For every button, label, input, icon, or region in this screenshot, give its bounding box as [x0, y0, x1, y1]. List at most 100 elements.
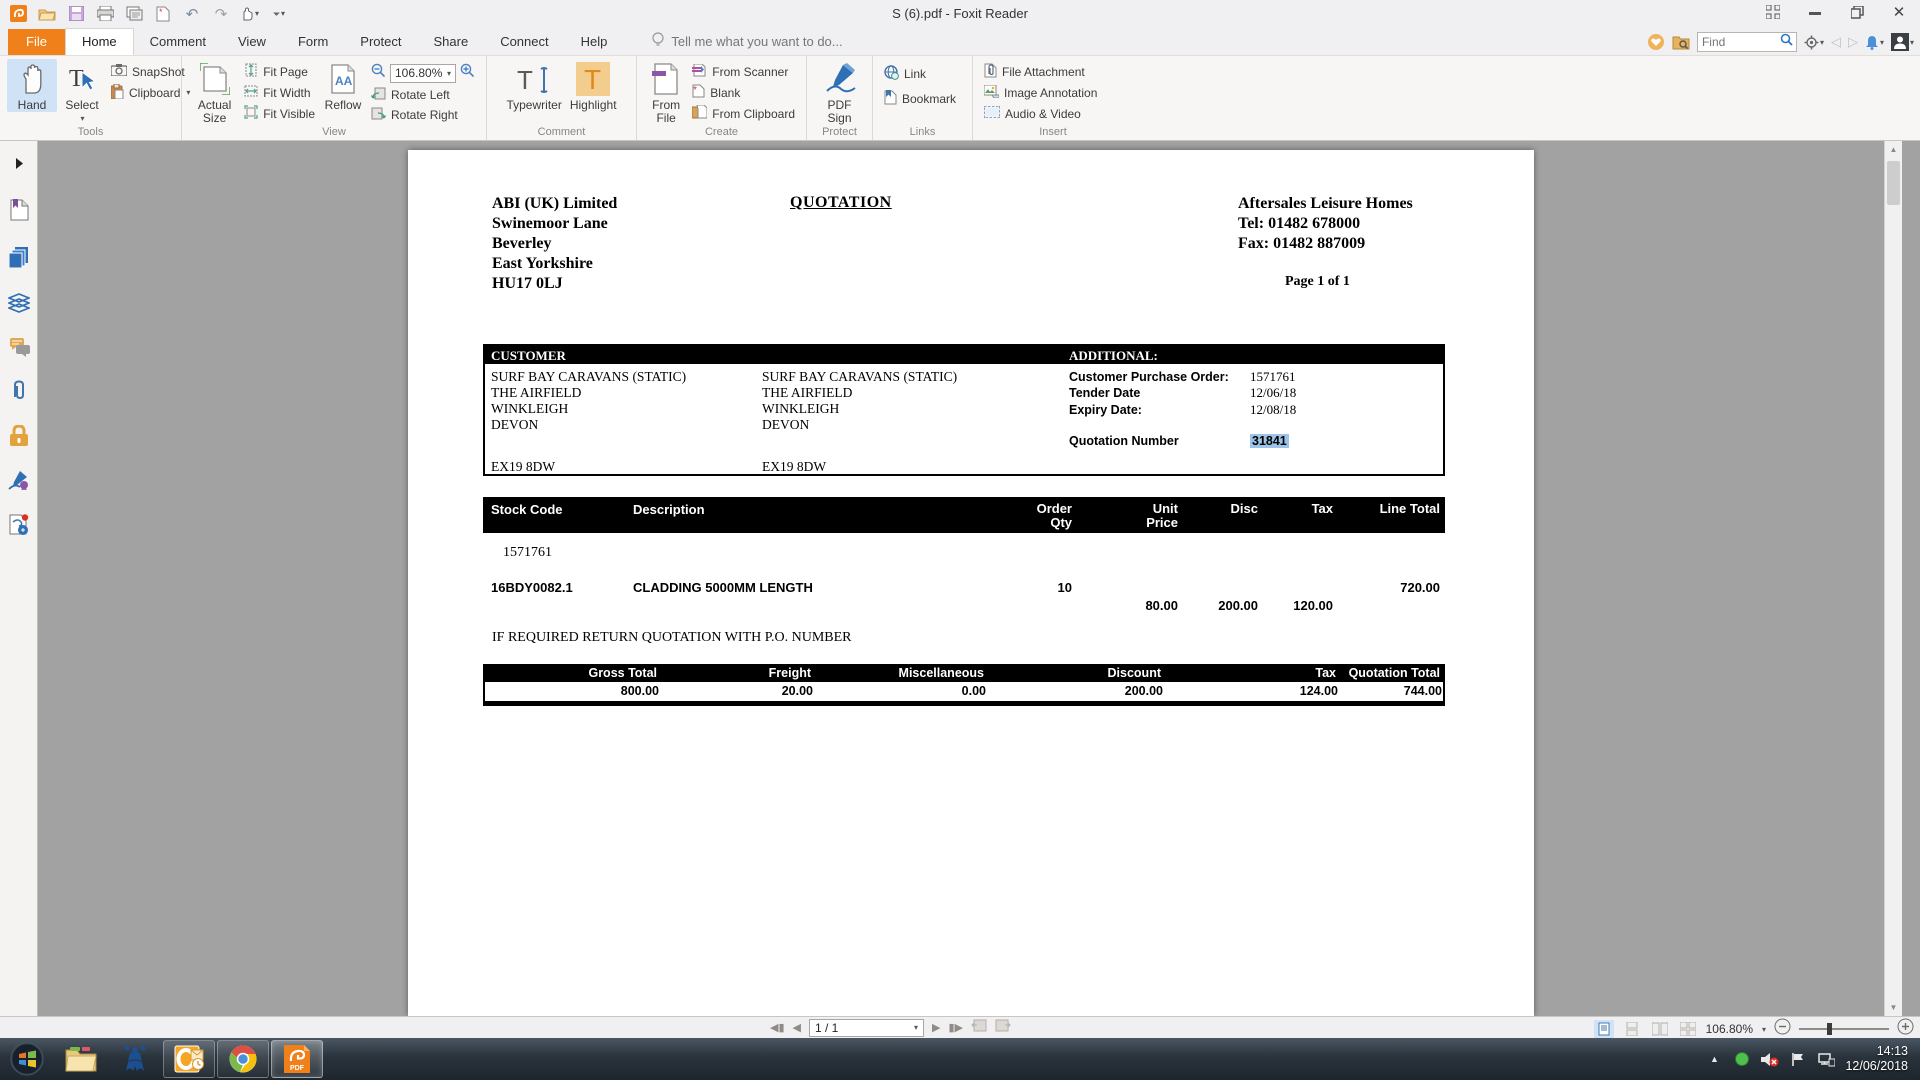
last-page-icon[interactable]: ▮▶ — [948, 1021, 963, 1034]
taskbar-clock[interactable]: 14:13 12/06/2018 — [1845, 1044, 1916, 1074]
next-page-icon[interactable]: ▶ — [932, 1021, 940, 1034]
tab-help[interactable]: Help — [565, 29, 624, 55]
status-zoom-caret[interactable]: ▾ — [1762, 1025, 1766, 1034]
fit-visible-button[interactable]: Fit Visible — [244, 105, 315, 122]
search-folder-icon[interactable] — [1672, 35, 1690, 50]
tab-home[interactable]: Home — [65, 28, 134, 55]
print-preview-icon[interactable] — [124, 4, 144, 24]
actual-size-button[interactable]: Actual Size — [189, 59, 240, 125]
favorite-heart-icon[interactable] — [1647, 33, 1665, 51]
typewriter-button[interactable]: T Typewriter — [502, 59, 565, 112]
snapshot-button[interactable]: SnapShot — [111, 63, 190, 80]
scroll-up-arrow[interactable]: ▲ — [1885, 141, 1902, 158]
layers-panel-icon[interactable] — [5, 289, 33, 317]
workspace-switch-icon[interactable] — [1760, 2, 1786, 22]
first-page-icon[interactable]: ◀▮ — [770, 1021, 785, 1034]
previous-view-icon[interactable] — [971, 1018, 987, 1037]
customize-toolbar-icon[interactable]: 🞃▾ — [269, 4, 289, 24]
bookmarks-panel-icon[interactable] — [5, 196, 33, 224]
zoom-out-icon[interactable] — [371, 63, 386, 83]
scroll-down-arrow[interactable]: ▼ — [1885, 999, 1902, 1016]
signature-panel-icon[interactable] — [5, 466, 33, 494]
minimize-button[interactable] — [1802, 2, 1828, 22]
rotate-right-button[interactable]: Rotate Right — [371, 106, 475, 123]
print-icon[interactable] — [95, 4, 115, 24]
previous-page-icon[interactable]: ◀ — [793, 1021, 801, 1034]
pages-panel-icon[interactable] — [5, 243, 33, 271]
find-input[interactable] — [1702, 35, 1780, 49]
tab-protect[interactable]: Protect — [344, 29, 417, 55]
create-blank-button[interactable]: * Blank — [692, 84, 795, 101]
scrollbar-thumb[interactable] — [1887, 161, 1900, 205]
document-area[interactable]: ABI (UK) Limited Swinemoor Lane Beverley… — [39, 141, 1902, 1016]
comments-panel-icon[interactable] — [5, 333, 33, 361]
clipboard-button[interactable]: Clipboard▾ — [111, 84, 190, 101]
restore-button[interactable] — [1844, 2, 1870, 22]
bookmark-button[interactable]: Bookmark — [884, 90, 956, 107]
tab-comment[interactable]: Comment — [134, 29, 222, 55]
history-forward-icon[interactable]: ▷ — [1848, 34, 1858, 50]
attachments-panel-icon[interactable] — [5, 377, 33, 405]
undo-icon[interactable]: ↶ — [182, 4, 202, 24]
find-search-icon[interactable] — [1780, 33, 1793, 51]
fit-page-button[interactable]: Fit Page — [244, 63, 315, 80]
tray-status-icon[interactable] — [1733, 1052, 1751, 1066]
redo-icon[interactable]: ↷ — [211, 4, 231, 24]
history-back-icon[interactable]: ◁ — [1831, 34, 1841, 50]
taskbar-chrome[interactable] — [217, 1040, 269, 1078]
status-zoom-value[interactable]: 106.80% — [1706, 1022, 1753, 1036]
hand-tool-button[interactable]: Hand — [7, 59, 57, 112]
network-icon[interactable] — [1817, 1052, 1835, 1067]
show-hidden-icons[interactable]: ▲ — [1705, 1054, 1723, 1064]
tab-share[interactable]: Share — [417, 29, 484, 55]
select-tool-button[interactable]: T Select▾ — [57, 59, 107, 125]
zoom-level-combo[interactable]: 106.80%▾ — [390, 64, 456, 83]
create-from-file-button[interactable]: From File — [644, 59, 688, 125]
page-number-combo[interactable]: 1 / 1▾ — [809, 1019, 924, 1037]
vertical-scrollbar[interactable]: ▲ ▼ — [1884, 141, 1902, 1016]
single-page-view-icon[interactable] — [1594, 1020, 1614, 1038]
link-button[interactable]: Link — [884, 65, 956, 82]
field-panel-icon[interactable] — [5, 511, 33, 539]
create-from-scanner-button[interactable]: From Scanner — [692, 63, 795, 80]
zoom-slider[interactable] — [1799, 1028, 1889, 1030]
save-icon[interactable] — [66, 4, 86, 24]
taskbar-app-blue[interactable] — [109, 1040, 161, 1078]
pdf-sign-button[interactable]: PDF Sign — [814, 59, 865, 125]
new-document-icon[interactable]: * — [153, 4, 173, 24]
taskbar-outlook[interactable] — [163, 1040, 215, 1078]
zoom-plus-button[interactable] — [1897, 1018, 1914, 1040]
create-from-clipboard-button[interactable]: From Clipboard — [692, 105, 795, 122]
facing-view-icon[interactable] — [1650, 1020, 1670, 1038]
tab-view[interactable]: View — [222, 29, 282, 55]
continuous-facing-view-icon[interactable] — [1678, 1020, 1698, 1038]
security-panel-icon[interactable] — [5, 421, 33, 449]
find-box[interactable] — [1697, 32, 1797, 52]
foxit-logo-icon[interactable] — [8, 4, 28, 24]
zoom-in-icon[interactable] — [460, 63, 475, 83]
close-button[interactable]: ✕ — [1886, 2, 1912, 22]
continuous-view-icon[interactable] — [1622, 1020, 1642, 1038]
start-button[interactable] — [1, 1040, 53, 1078]
quotation-number-value[interactable]: 31841 — [1250, 434, 1289, 448]
file-attachment-button[interactable]: File Attachment — [984, 63, 1097, 80]
expand-panel-arrow-icon[interactable] — [5, 149, 33, 177]
open-file-icon[interactable] — [37, 4, 57, 24]
settings-gear-icon[interactable]: ▾ — [1804, 35, 1824, 50]
notification-bell-icon[interactable]: ▾ — [1865, 35, 1884, 50]
tell-me-search[interactable]: Tell me what you want to do... — [651, 32, 842, 55]
zoom-slider-thumb[interactable] — [1827, 1023, 1832, 1035]
highlight-button[interactable]: T Highlight — [566, 59, 621, 112]
zoom-minus-button[interactable] — [1774, 1018, 1791, 1040]
volume-muted-icon[interactable] — [1761, 1052, 1779, 1067]
taskbar-file-explorer[interactable] — [55, 1040, 107, 1078]
reflow-button[interactable]: AA Reflow — [319, 59, 367, 112]
fit-width-button[interactable]: Fit Width — [244, 84, 315, 101]
audio-video-button[interactable]: Audio & Video — [984, 105, 1097, 122]
account-avatar[interactable]: ▾ — [1891, 33, 1914, 51]
next-view-icon[interactable] — [995, 1018, 1011, 1037]
tab-form[interactable]: Form — [282, 29, 344, 55]
tab-connect[interactable]: Connect — [484, 29, 564, 55]
taskbar-foxit-reader[interactable]: PDF — [271, 1040, 323, 1078]
image-annotation-button[interactable]: Image Annotation — [984, 84, 1097, 101]
